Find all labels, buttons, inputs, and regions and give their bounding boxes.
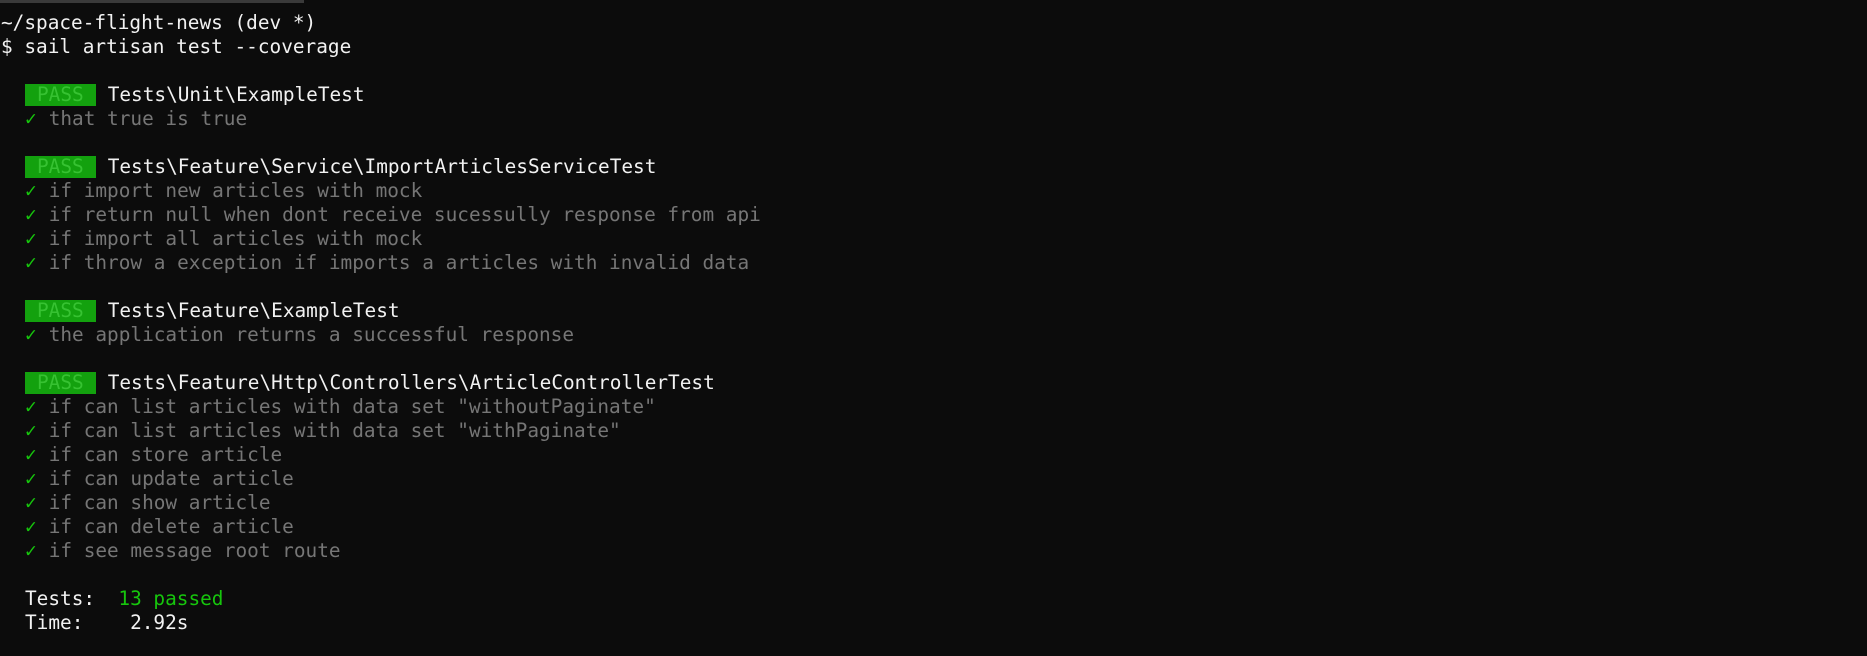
checkmark-icon: ✓ xyxy=(25,179,37,202)
suite-header: PASS Tests\Feature\Service\ImportArticles… xyxy=(1,155,1867,179)
test-result-line: ✓ if can delete article xyxy=(1,515,1867,539)
test-description: if return null when dont receive sucessu… xyxy=(48,203,761,226)
prompt-symbol: $ xyxy=(1,35,13,58)
test-description: if see message root route xyxy=(48,539,341,562)
test-description: if can show article xyxy=(48,491,271,514)
checkmark-icon: ✓ xyxy=(25,467,37,490)
summary-time-line: Time: 2.92s xyxy=(1,611,1867,635)
time-label: Time: xyxy=(25,611,84,634)
test-description: if can list articles with data set "with… xyxy=(48,395,656,418)
test-description: if can store article xyxy=(48,443,283,466)
test-description: if import new articles with mock xyxy=(48,179,423,202)
terminal-output: ~/space-flight-news (dev *) $ sail artis… xyxy=(1,11,1867,635)
test-description: if import all articles with mock xyxy=(48,227,423,250)
checkmark-icon: ✓ xyxy=(25,203,37,226)
command-text: sail artisan test --coverage xyxy=(24,35,352,58)
checkmark-icon: ✓ xyxy=(25,491,37,514)
checkmark-icon: ✓ xyxy=(25,251,37,274)
suite-header: PASS Tests\Feature\Http\Controllers\Artic… xyxy=(1,371,1867,395)
tests-passed-count: 13 passed xyxy=(118,587,224,610)
test-result-line: ✓ if see message root route xyxy=(1,539,1867,563)
checkmark-icon: ✓ xyxy=(25,107,37,130)
suite-header: PASS Tests\Unit\ExampleTest xyxy=(1,83,1867,107)
suite-name: Tests\Unit\ExampleTest xyxy=(107,83,365,106)
test-result-line: ✓ if can show article xyxy=(1,491,1867,515)
test-result-line: ✓ if can update article xyxy=(1,467,1867,491)
checkmark-icon: ✓ xyxy=(25,419,37,442)
test-result-line: ✓ that true is true xyxy=(1,107,1867,131)
test-result-line: ✓ if can list articles with data set "wit… xyxy=(1,419,1867,443)
test-result-line: ✓ if import new articles with mock xyxy=(1,179,1867,203)
checkmark-icon: ✓ xyxy=(25,443,37,466)
prompt-path: ~/space-flight-news (dev *) xyxy=(1,11,317,34)
pass-badge: PASS xyxy=(25,156,96,178)
time-value: 2.92s xyxy=(130,611,189,634)
test-description: that true is true xyxy=(48,107,248,130)
test-description: if can update article xyxy=(48,467,294,490)
suite-name: Tests\Feature\Service\ImportArticlesServ… xyxy=(107,155,657,178)
test-result-line: ✓ if import all articles with mock xyxy=(1,227,1867,251)
checkmark-icon: ✓ xyxy=(25,515,37,538)
checkmark-icon: ✓ xyxy=(25,395,37,418)
pass-badge: PASS xyxy=(25,300,96,322)
test-description: if can list articles with data set "with… xyxy=(48,419,621,442)
test-result-line: ✓ the application returns a successful re… xyxy=(1,323,1867,347)
checkmark-icon: ✓ xyxy=(25,227,37,250)
test-result-line: ✓ if return null when dont receive sucess… xyxy=(1,203,1867,227)
pass-badge: PASS xyxy=(25,372,96,394)
command-line[interactable]: $ sail artisan test --coverage xyxy=(1,35,1867,59)
test-result-line: ✓ if can store article xyxy=(1,443,1867,467)
suite-header: PASS Tests\Feature\ExampleTest xyxy=(1,299,1867,323)
test-description: if throw a exception if imports a articl… xyxy=(48,251,750,274)
test-result-line: ✓ if throw a exception if imports a artic… xyxy=(1,251,1867,275)
pass-badge: PASS xyxy=(25,84,96,106)
checkmark-icon: ✓ xyxy=(25,539,37,562)
suite-name: Tests\Feature\ExampleTest xyxy=(107,299,400,322)
test-description: if can delete article xyxy=(48,515,294,538)
tests-label: Tests: xyxy=(25,587,96,610)
summary-tests-line: Tests: 13 passed xyxy=(1,587,1867,611)
window-top-edge xyxy=(0,0,304,3)
test-description: the application returns a successful res… xyxy=(48,323,575,346)
terminal-window[interactable]: ~/space-flight-news (dev *) $ sail artis… xyxy=(0,0,1867,656)
prompt-path-line: ~/space-flight-news (dev *) xyxy=(1,11,1867,35)
suite-name: Tests\Feature\Http\Controllers\ArticleCo… xyxy=(107,371,715,394)
checkmark-icon: ✓ xyxy=(25,323,37,346)
test-result-line: ✓ if can list articles with data set "wit… xyxy=(1,395,1867,419)
